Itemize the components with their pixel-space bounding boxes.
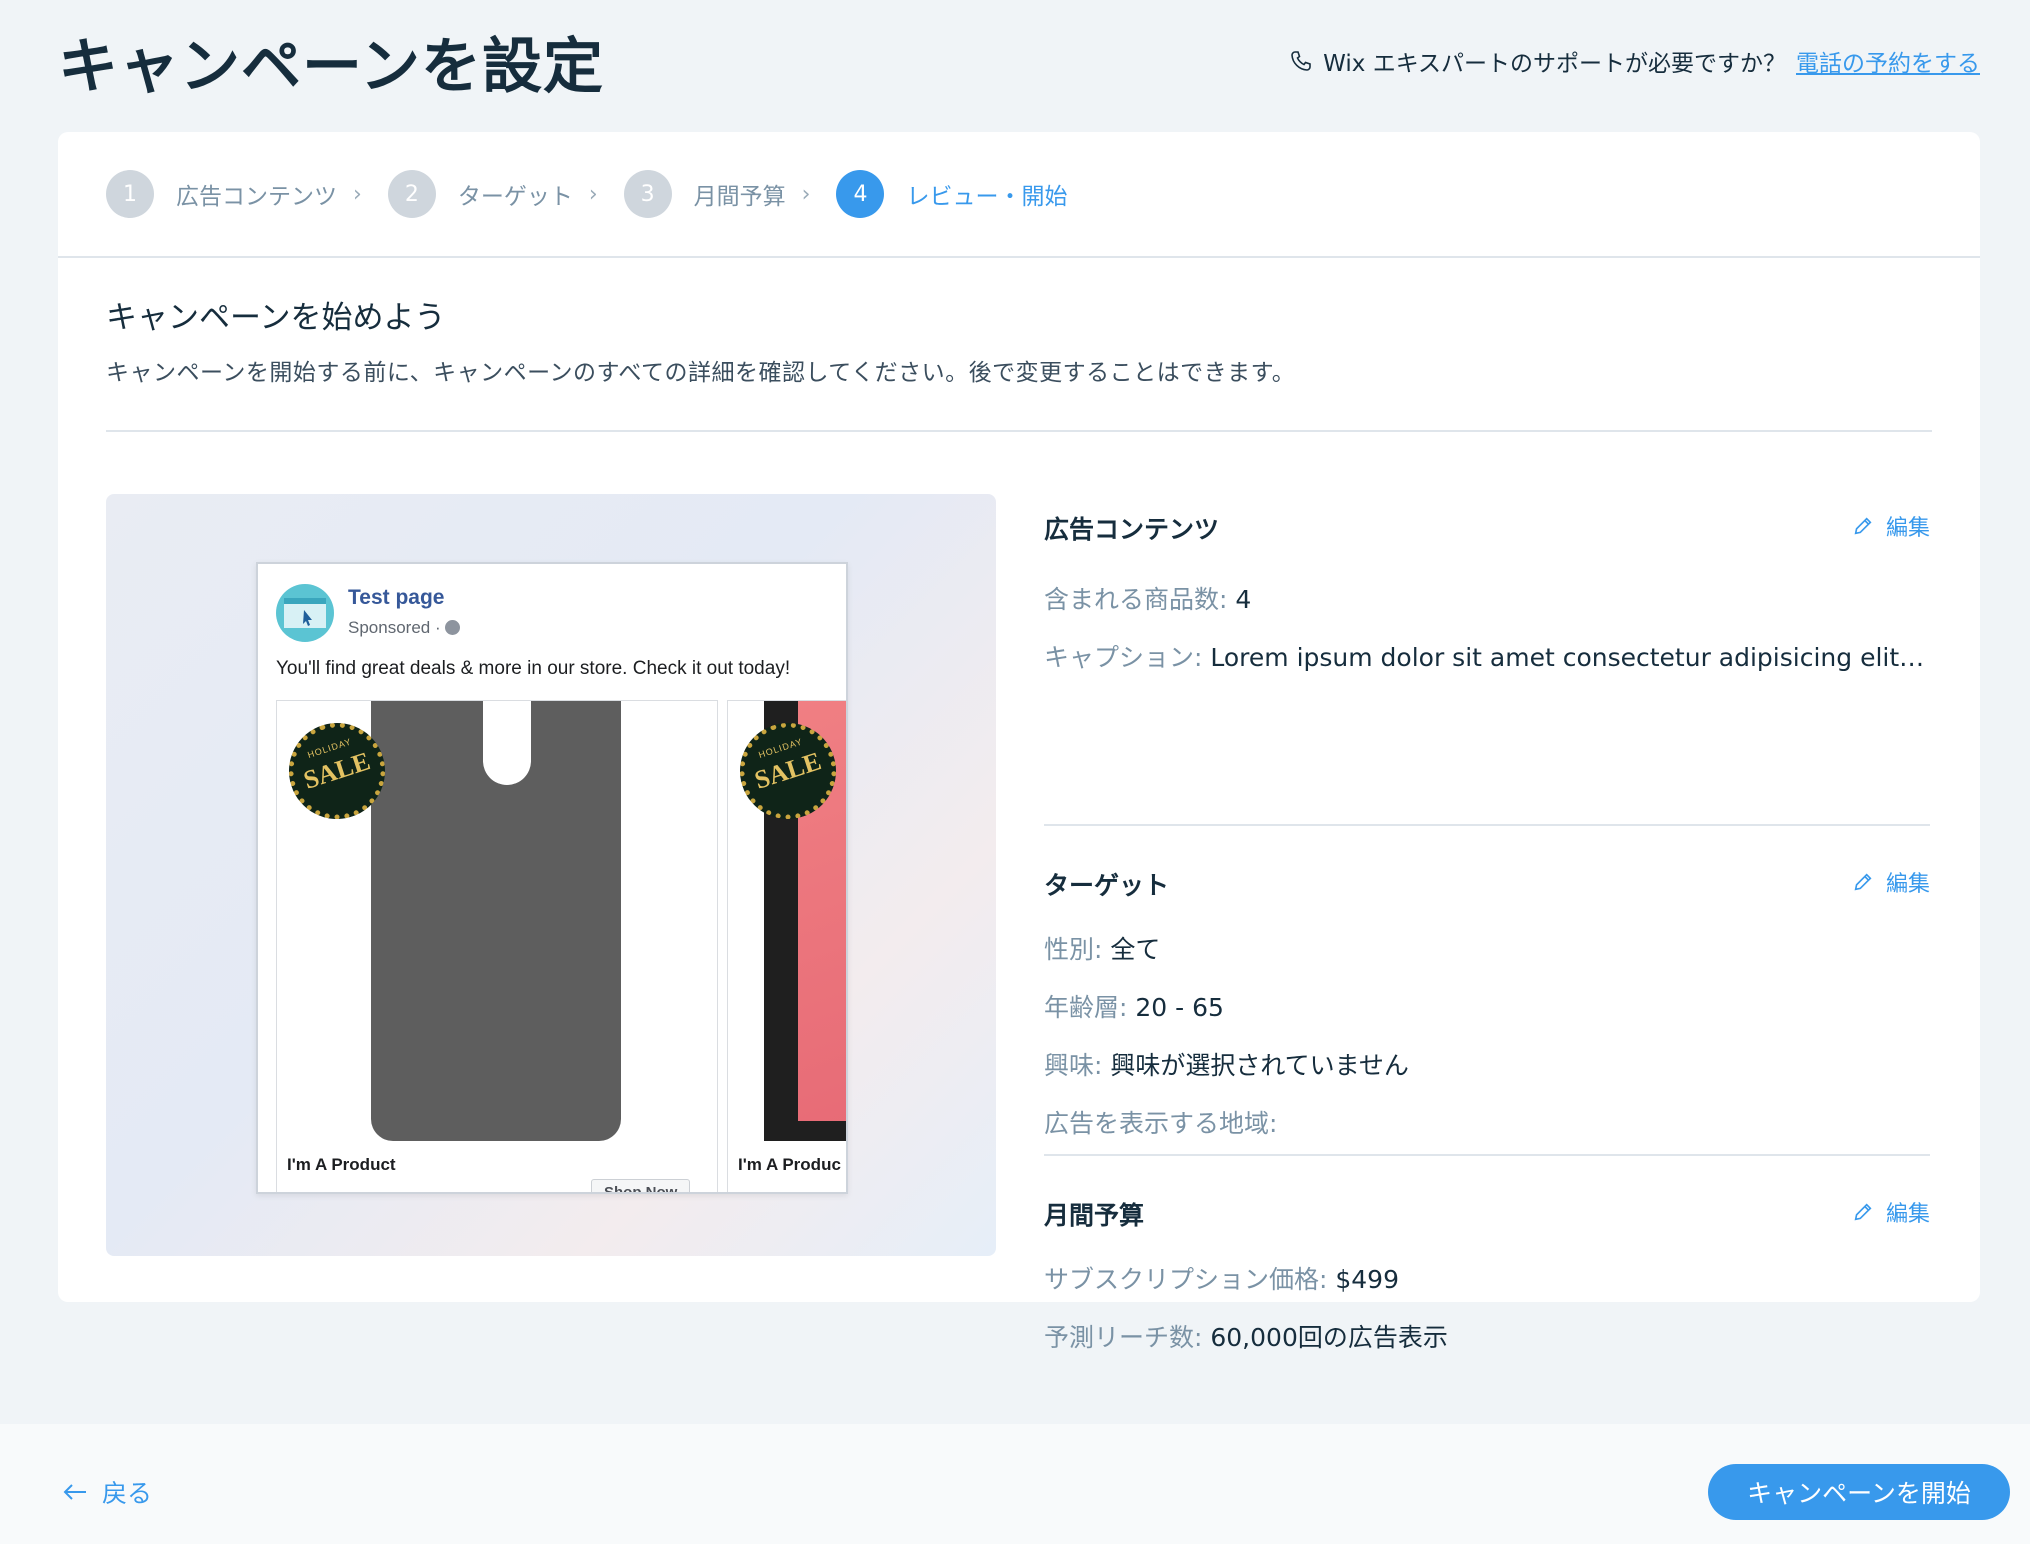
arrow-left-icon — [63, 1484, 86, 1500]
ad-preview-panel: Test page Sponsored · You'll find great … — [106, 494, 996, 1256]
campaign-summary: 広告コンテンツ 編集 含まれる商品数: 4 キャプション: Lorem ipsu… — [1044, 494, 1930, 1354]
shop-now-button: Shop Now — [591, 1179, 691, 1192]
row-key: 年齢層: — [1044, 993, 1136, 1022]
chevron-right-icon: › — [801, 181, 811, 207]
step-label: レビュー・開始 — [906, 184, 1068, 210]
back-label: 戻る — [102, 1479, 153, 1508]
step-label: 月間予算 — [693, 184, 786, 210]
step-budget[interactable]: 3 月間予算 › — [623, 170, 811, 218]
wizard-card: 1 広告コンテンツ › 2 ターゲット › 3 月間予算 › 4 レビュー・開始… — [58, 132, 1980, 1352]
section-title: ターゲット — [1044, 871, 1170, 900]
store-icon — [284, 598, 326, 628]
globe-icon — [445, 620, 461, 635]
ad-page-name: Test page — [348, 586, 445, 609]
estimated-reach: 予測リーチ数: 60,000回の広告表示 — [1044, 1318, 1930, 1354]
step-target[interactable]: 2 ターゲット › — [387, 170, 598, 218]
carousel-card: HOLIDAY SALE I'm A Produc — [727, 700, 846, 1192]
footer-bar: 戻る キャンペーンを開始 — [0, 1424, 2030, 1544]
caption: キャプション: Lorem ipsum dolor sit amet conse… — [1044, 638, 1930, 674]
row-value: 全て — [1110, 935, 1161, 964]
facebook-ad-preview: Test page Sponsored · You'll find great … — [256, 562, 848, 1194]
edit-target-button[interactable]: 編集 — [1852, 866, 1930, 898]
edit-label: 編集 — [1885, 872, 1930, 897]
row-value: 20 - 65 — [1135, 993, 1224, 1022]
row-key: キャプション: — [1044, 643, 1211, 672]
section-title: 月間予算 — [1044, 1201, 1145, 1230]
product-title: I'm A Produc — [738, 1155, 841, 1174]
step-number: 1 — [106, 170, 154, 218]
interests: 興味: 興味が選択されていません — [1044, 1046, 1930, 1082]
edit-budget-button[interactable]: 編集 — [1852, 1196, 1930, 1228]
row-key: 含まれる商品数: — [1044, 585, 1236, 614]
age-range: 年齢層: 20 - 65 — [1044, 988, 1930, 1024]
step-ad-content[interactable]: 1 広告コンテンツ › — [106, 170, 362, 218]
chevron-right-icon: › — [588, 181, 598, 207]
gender: 性別: 全て — [1044, 930, 1930, 966]
summary-ad-content: 広告コンテンツ 編集 含まれる商品数: 4 キャプション: Lorem ipsu… — [1044, 494, 1930, 826]
row-value: 4 — [1235, 585, 1252, 614]
row-key: 性別: — [1044, 935, 1111, 964]
intro-heading: キャンペーンを始めよう — [106, 300, 446, 336]
product-image: HOLIDAY SALE — [277, 701, 717, 1141]
edit-label: 編集 — [1885, 1202, 1930, 1227]
locations: 広告を表示する地域: — [1044, 1104, 1930, 1140]
step-review[interactable]: 4 レビュー・開始 — [836, 170, 1067, 218]
summary-budget: 月間予算 編集 サブスクリプション価格: $499 予測リーチ数: 60,000… — [1044, 1156, 1930, 1354]
intro-description: キャンペーンを開始する前に、キャンペーンのすべての詳細を確認してください。後で変… — [106, 360, 1296, 386]
row-key: 広告を表示する地域: — [1044, 1109, 1278, 1138]
stepper: 1 広告コンテンツ › 2 ターゲット › 3 月間予算 › 4 レビュー・開始 — [58, 132, 1980, 258]
divider — [106, 430, 1932, 432]
sponsored-text: Sponsored · — [348, 618, 446, 637]
phone-icon — [1291, 51, 1311, 71]
book-call-link[interactable]: 電話の予約をする — [1796, 44, 1980, 78]
carousel-card: HOLIDAY SALE I'm A Product Shop Now — [276, 700, 718, 1192]
row-key: 予測リーチ数: — [1044, 1323, 1211, 1352]
edit-ad-content-button[interactable]: 編集 — [1852, 510, 1930, 542]
row-value: 60,000回の広告表示 — [1210, 1323, 1448, 1352]
phone-case-image — [371, 701, 621, 1141]
page-title: キャンペーンを設定 — [58, 32, 604, 102]
support-text: Wix エキスパートのサポートが必要ですか？ — [1323, 51, 1786, 77]
support-banner: Wix エキスパートのサポートが必要ですか？ 電話の予約をする — [1289, 44, 1980, 78]
back-button[interactable]: 戻る — [62, 1474, 152, 1510]
subscription-price: サブスクリプション価格: $499 — [1044, 1260, 1930, 1296]
step-number: 2 — [387, 170, 436, 218]
section-title: 広告コンテンツ — [1044, 515, 1220, 544]
ad-primary-text: You'll find great deals & more in our st… — [276, 658, 791, 679]
step-label: ターゲット — [457, 184, 573, 210]
pencil-icon — [1854, 1203, 1872, 1221]
row-key: サブスクリプション価格: — [1044, 1265, 1336, 1294]
page: キャンペーンを設定 Wix エキスパートのサポートが必要ですか？ 電話の予約をす… — [0, 0, 2030, 1544]
step-number: 4 — [836, 170, 885, 218]
page-avatar — [276, 584, 334, 642]
products-count: 含まれる商品数: 4 — [1044, 580, 1930, 616]
row-key: 興味: — [1044, 1051, 1111, 1080]
intro: キャンペーンを始めよう キャンペーンを開始する前に、キャンペーンのすべての詳細を… — [106, 292, 1932, 387]
row-value: 興味が選択されていません — [1110, 1051, 1409, 1080]
pencil-icon — [1854, 517, 1872, 535]
row-value: $499 — [1335, 1265, 1399, 1294]
step-number: 3 — [623, 170, 672, 218]
ad-sponsored-label: Sponsored · — [348, 618, 461, 638]
step-label: 広告コンテンツ — [176, 184, 337, 210]
edit-label: 編集 — [1885, 516, 1930, 541]
launch-campaign-button[interactable]: キャンペーンを開始 — [1708, 1464, 2010, 1520]
product-title: I'm A Product — [287, 1155, 396, 1174]
product-image: HOLIDAY SALE — [728, 701, 846, 1141]
pencil-icon — [1854, 873, 1872, 891]
summary-target: ターゲット 編集 性別: 全て 年齢層: 20 - 65 興味: 興味が選択され… — [1044, 826, 1930, 1156]
chevron-right-icon: › — [353, 181, 362, 207]
row-value: Lorem ipsum dolor sit amet consectetur a… — [1210, 643, 1930, 672]
camera-cutout — [483, 701, 531, 785]
